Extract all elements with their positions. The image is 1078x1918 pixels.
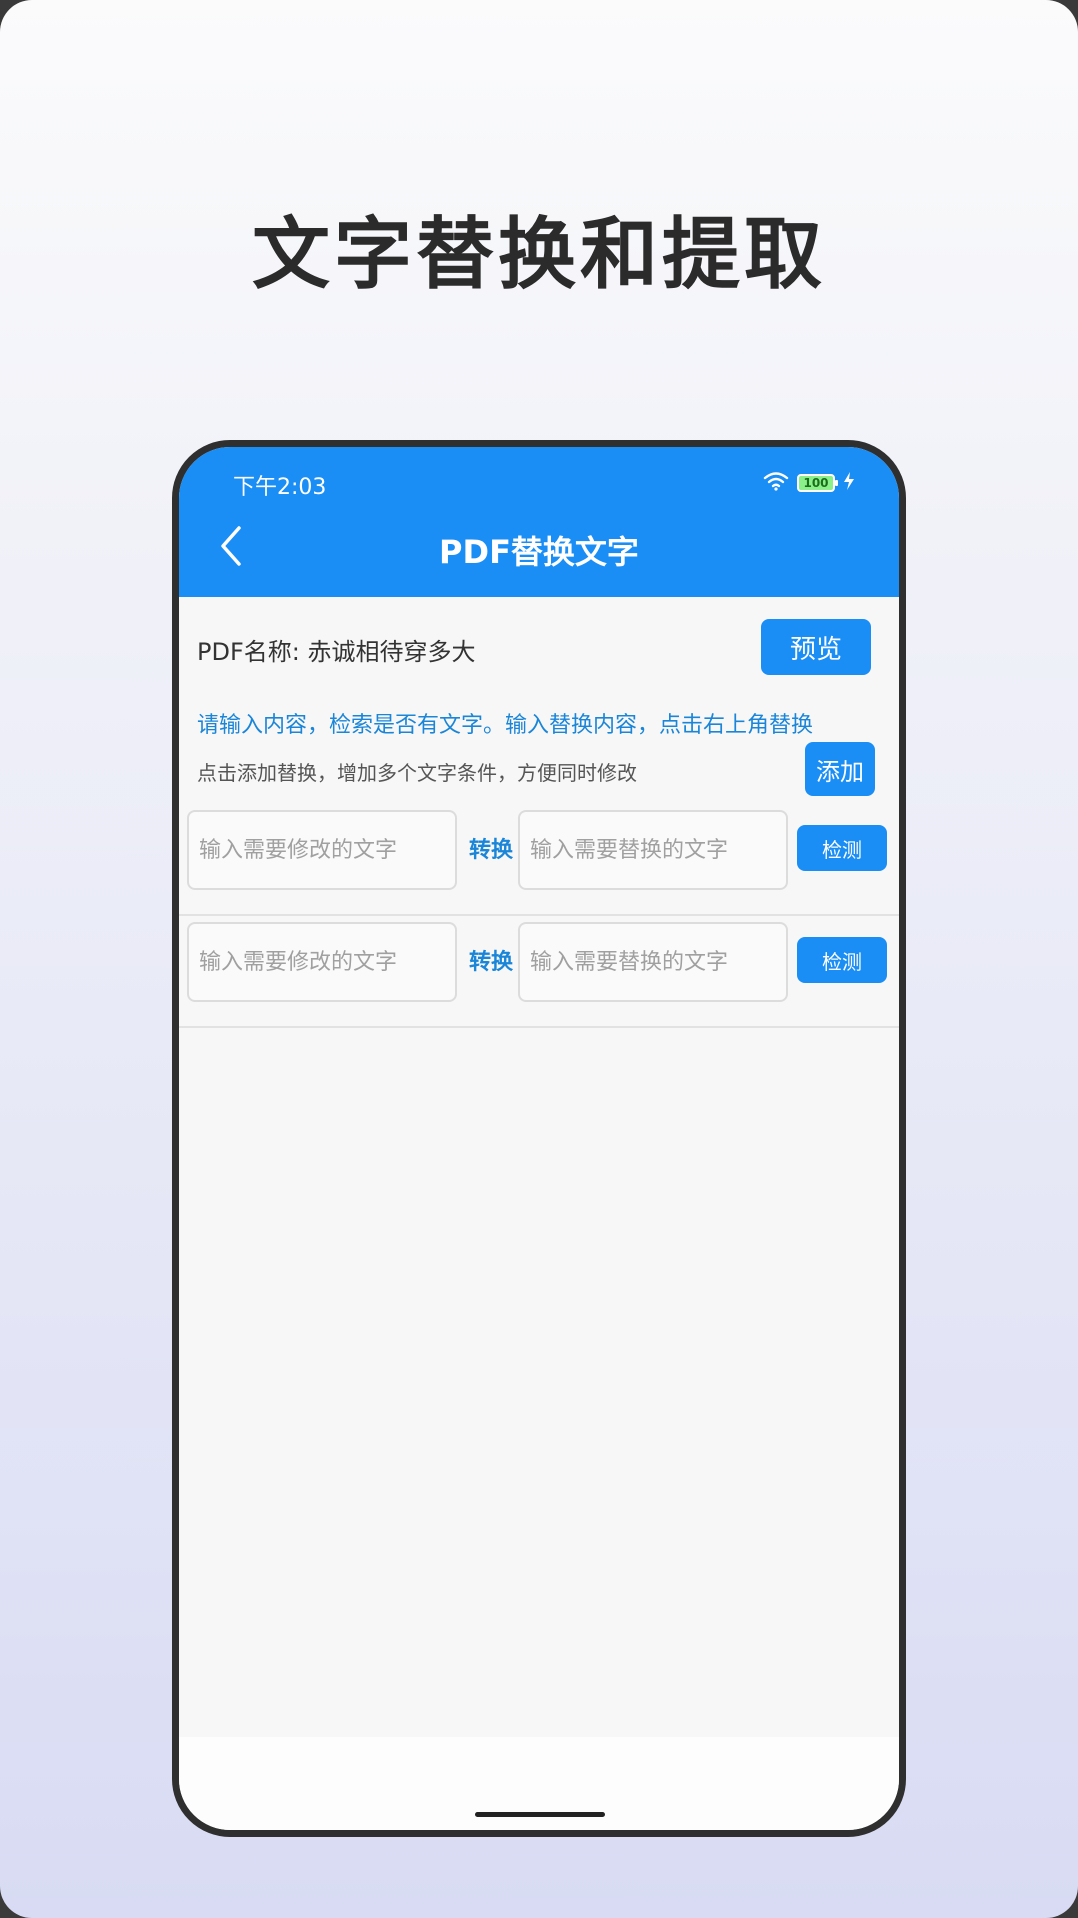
home-indicator[interactable] [475, 1812, 605, 1817]
battery-icon: 100 [797, 474, 838, 492]
add-button[interactable]: 添加 [805, 742, 875, 796]
promo-headline: 文字替换和提取 [251, 210, 826, 300]
replace-row: 转换 检测 [179, 802, 899, 916]
add-hint: 点击添加替换，增加多个文字条件，方便同时修改 [197, 761, 637, 785]
instruction-hint: 请输入内容，检索是否有文字。输入替换内容，点击右上角替换 [197, 713, 814, 738]
main-content: PDF名称: 赤诚相待穿多大 预览 请输入内容，检索是否有文字。输入替换内容，点… [179, 597, 899, 1737]
phone-frame: 下午2:03 100 PDF替换文字 PDF名称: 赤诚相待穿多大 预览 请输入… [172, 440, 906, 1837]
status-time: 下午2:03 [233, 475, 327, 500]
target-text-input[interactable] [518, 922, 788, 1002]
status-icons: 100 [763, 471, 855, 495]
preview-button[interactable]: 预览 [761, 619, 871, 675]
replace-row: 转换 检测 [179, 914, 899, 1028]
convert-label: 转换 [468, 838, 513, 863]
source-text-input[interactable] [187, 810, 457, 890]
charging-icon [843, 472, 855, 494]
check-button[interactable]: 检测 [797, 825, 887, 871]
pdf-name-label: PDF名称: 赤诚相待穿多大 [197, 638, 476, 666]
promo-canvas: 文字替换和提取 下午2:03 100 PDF替换文字 PDF名称: 赤诚相待穿多… [0, 0, 1078, 1918]
source-text-input[interactable] [187, 922, 457, 1002]
convert-label: 转换 [468, 950, 513, 975]
target-text-input[interactable] [518, 810, 788, 890]
check-button[interactable]: 检测 [797, 937, 887, 983]
app-bar: 下午2:03 100 PDF替换文字 [179, 447, 899, 597]
page-title: PDF替换文字 [439, 533, 639, 571]
bottom-area [179, 1737, 899, 1830]
wifi-icon [763, 471, 789, 495]
